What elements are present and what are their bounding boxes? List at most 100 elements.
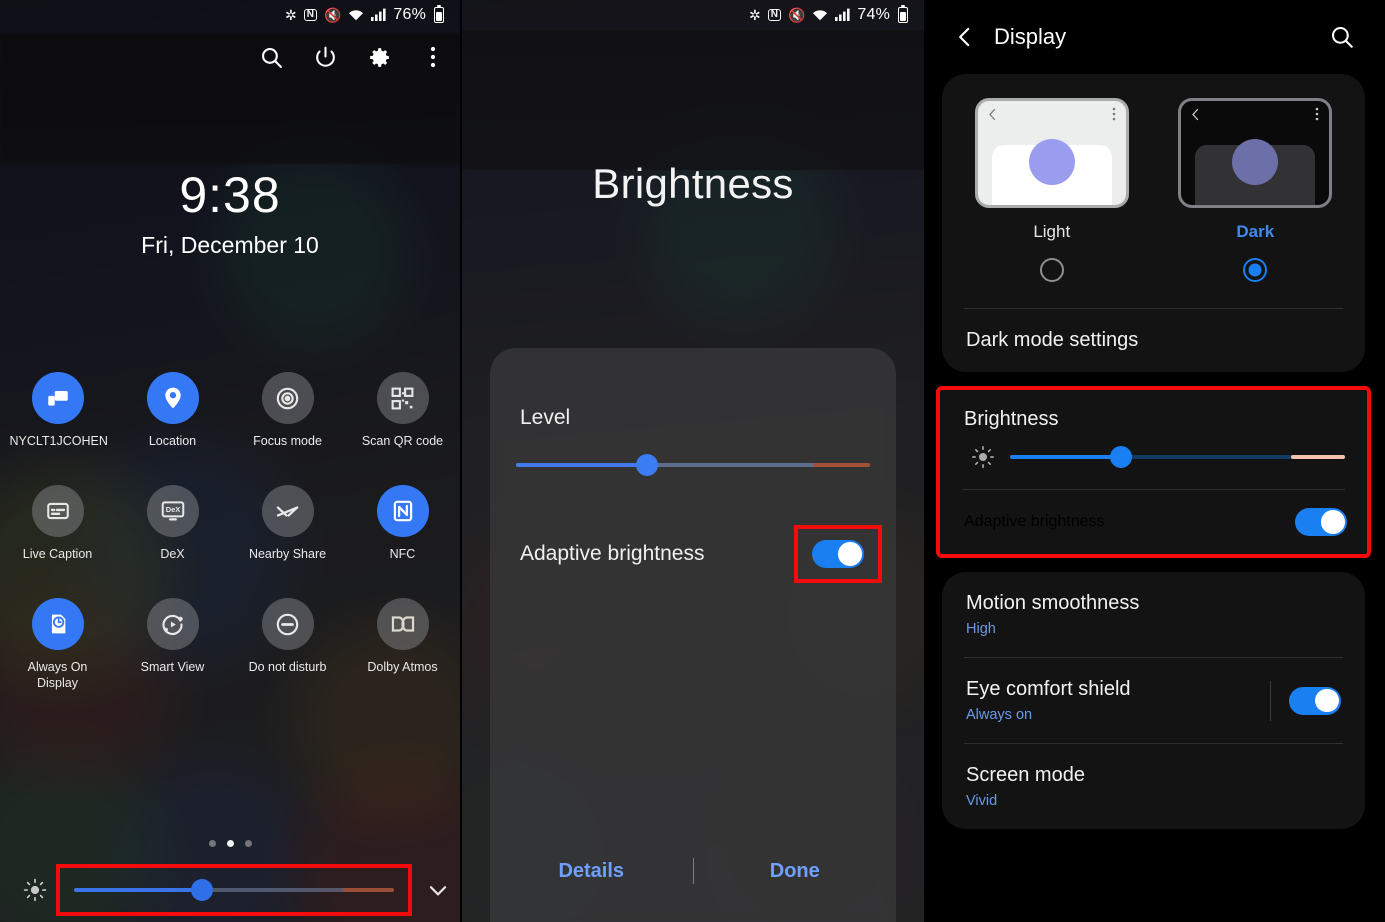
tile-dex[interactable]: DeX DeX bbox=[115, 485, 230, 562]
display-settings-list-card: Motion smoothness High Eye comfort shiel… bbox=[942, 572, 1365, 829]
slider-tail bbox=[342, 888, 394, 892]
theme-option-dark[interactable]: Dark bbox=[1170, 98, 1340, 282]
light-theme-radio[interactable] bbox=[1039, 258, 1064, 282]
dark-theme-radio[interactable] bbox=[1243, 258, 1268, 282]
adaptive-brightness-toggle[interactable] bbox=[1295, 508, 1347, 536]
battery-percent: 74% bbox=[857, 6, 890, 23]
adaptive-brightness-row[interactable]: Adaptive brightness bbox=[520, 520, 882, 588]
done-button[interactable]: Done bbox=[694, 860, 897, 883]
toggle-knob bbox=[838, 542, 862, 566]
brightness-slider-row bbox=[940, 435, 1367, 489]
row-title: Motion smoothness bbox=[966, 592, 1140, 614]
lock-clock: 9:38 Fri, December 10 bbox=[0, 170, 460, 259]
adaptive-brightness-label: Adaptive brightness bbox=[520, 542, 705, 565]
tile-label: Location bbox=[148, 434, 197, 448]
row-screen-mode[interactable]: Screen mode Vivid bbox=[942, 744, 1365, 829]
slider-thumb[interactable] bbox=[635, 454, 658, 476]
location-pin-icon bbox=[146, 372, 199, 424]
details-button[interactable]: Details bbox=[490, 860, 693, 883]
brightness-slider[interactable] bbox=[74, 879, 394, 901]
tile-location[interactable]: Location bbox=[115, 372, 230, 449]
tile-label: Do not disturb bbox=[248, 660, 327, 674]
battery-icon bbox=[434, 4, 444, 23]
light-theme-preview bbox=[974, 98, 1129, 208]
tile-nearby-share[interactable]: Nearby Share bbox=[230, 485, 345, 562]
eye-comfort-shield-toggle[interactable] bbox=[1289, 686, 1341, 715]
page-dot[interactable] bbox=[208, 840, 216, 847]
level-slider[interactable] bbox=[516, 454, 870, 476]
preview-circle bbox=[1028, 139, 1075, 185]
slider-fill bbox=[74, 888, 202, 892]
tile-do-not-disturb[interactable]: Do not disturb bbox=[230, 598, 345, 691]
brightness-slider-highlight bbox=[56, 864, 412, 916]
quick-settings-panel: ✲ N 🔇 76% 9:38 Fri, December 10 NYCLT1JC… bbox=[0, 0, 460, 922]
tile-nfc[interactable]: NFC bbox=[345, 485, 460, 562]
tile-live-caption[interactable]: Live Caption bbox=[0, 485, 115, 562]
clock-page-icon bbox=[31, 598, 84, 650]
toggle-divider bbox=[1270, 680, 1271, 721]
adaptive-brightness-row[interactable]: Adaptive brightness bbox=[940, 490, 1367, 554]
battery-percent: 76% bbox=[393, 6, 426, 23]
brightness-title: Brightness bbox=[964, 408, 1059, 430]
tile-always-on-display[interactable]: Always On Display bbox=[0, 598, 115, 691]
theme-options: Light Dark bbox=[942, 74, 1365, 286]
tile-focus-mode[interactable]: Focus mode bbox=[230, 372, 345, 449]
row-title: Dark mode settings bbox=[966, 329, 1139, 351]
toggle-knob bbox=[1315, 688, 1339, 713]
tile-label: Nearby Share bbox=[248, 547, 327, 561]
tile-label: Scan QR code bbox=[361, 434, 444, 448]
power-icon[interactable] bbox=[312, 44, 338, 70]
adaptive-brightness-toggle[interactable] bbox=[812, 540, 864, 568]
mute-icon: 🔇 bbox=[787, 7, 806, 23]
chevron-left-icon[interactable] bbox=[948, 20, 982, 54]
page-title: Brightness bbox=[592, 160, 794, 207]
brightness-slider[interactable] bbox=[1010, 446, 1345, 468]
tile-label: Dolby Atmos bbox=[367, 660, 438, 674]
devices-icon bbox=[31, 372, 84, 424]
preview-bar bbox=[1181, 101, 1329, 127]
bluetooth-icon: ✲ bbox=[284, 7, 297, 23]
more-vert-icon[interactable] bbox=[420, 44, 446, 70]
dex-icon: DeX bbox=[146, 485, 199, 537]
theme-card: Light Dark Dark mode settings bbox=[942, 74, 1365, 372]
wifi-icon bbox=[348, 8, 364, 23]
tile-scan-qr-code[interactable]: Scan QR code bbox=[345, 372, 460, 449]
clock-date: Fri, December 10 bbox=[141, 232, 319, 258]
display-settings-panel: Display Light Dark Dark mode settings Br… bbox=[924, 0, 1381, 922]
chevron-down-icon[interactable] bbox=[416, 877, 460, 903]
search-icon[interactable] bbox=[1325, 20, 1359, 54]
brightness-card-highlight: Brightness Adaptive brightness bbox=[936, 386, 1371, 558]
settings-header: Display bbox=[926, 0, 1381, 74]
nfc-icon: N bbox=[767, 9, 781, 21]
tile-label: DeX bbox=[160, 547, 185, 561]
theme-label: Dark bbox=[1236, 222, 1275, 241]
caption-icon bbox=[31, 485, 84, 537]
page-dot-active[interactable] bbox=[226, 840, 234, 847]
target-icon bbox=[261, 372, 314, 424]
row-eye-comfort-shield[interactable]: Eye comfort shield Always on bbox=[942, 658, 1365, 743]
brightness-detail-panel: ✲ N 🔇 74% Brightness Level Adaptive brig… bbox=[460, 0, 924, 922]
tile-smart-view[interactable]: Smart View bbox=[115, 598, 230, 691]
tile-label: NFC bbox=[389, 547, 416, 561]
row-motion-smoothness[interactable]: Motion smoothness High bbox=[942, 572, 1365, 657]
row-subtitle: Always on bbox=[966, 707, 1033, 723]
preview-circle bbox=[1232, 139, 1279, 185]
slider-thumb[interactable] bbox=[1109, 446, 1132, 468]
dark-mode-settings-row[interactable]: Dark mode settings bbox=[942, 309, 1365, 372]
page-dot[interactable] bbox=[244, 840, 252, 847]
gear-icon[interactable] bbox=[366, 44, 392, 70]
row-subtitle: Vivid bbox=[966, 793, 998, 809]
tile-dolby-atmos[interactable]: Dolby Atmos bbox=[345, 598, 460, 691]
quick-settings-toolbar bbox=[258, 44, 446, 70]
tile-label: Always On Display bbox=[27, 660, 88, 690]
theme-option-light[interactable]: Light bbox=[967, 98, 1137, 282]
slider-thumb[interactable] bbox=[191, 879, 213, 901]
battery-icon bbox=[898, 4, 908, 23]
search-icon[interactable] bbox=[258, 44, 284, 70]
signal-icon bbox=[835, 8, 850, 23]
tile-label: Focus mode bbox=[253, 434, 322, 448]
tile-nyclt1jcohen[interactable]: NYCLT1JCOHEN bbox=[0, 372, 115, 449]
smart-view-icon bbox=[146, 598, 199, 650]
quick-settings-tiles: NYCLT1JCOHEN Location Focus mode Scan QR… bbox=[0, 372, 460, 691]
clock-time: 9:38 bbox=[179, 167, 281, 223]
